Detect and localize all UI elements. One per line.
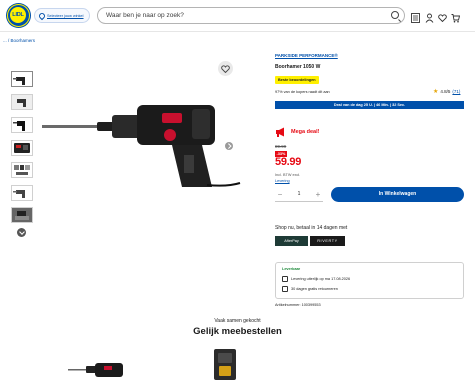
often-bought-kicker: Vaak samen gekocht: [214, 318, 261, 324]
quantity-stepper: − 1 +: [275, 187, 323, 202]
delivery-link[interactable]: Levering: [275, 179, 290, 183]
logo-text: LIDL: [12, 12, 24, 18]
star-icon: ★: [433, 89, 439, 95]
user-icon[interactable]: [425, 10, 434, 23]
current-price: 59.99: [275, 156, 302, 168]
best-rated-badge: Beste beoordelingen: [275, 76, 319, 84]
list-icon[interactable]: [411, 10, 420, 23]
recommendations-heading: Gelijk meebestellen: [193, 326, 282, 337]
delivery-date-row: Levering uiterlijk op ma 17.08.2026: [282, 276, 350, 282]
add-to-cart-button[interactable]: In Winkelwagen: [331, 187, 464, 202]
rating-count[interactable]: (71): [452, 89, 460, 94]
return-icon: [282, 286, 288, 292]
favorite-icon: [221, 64, 230, 73]
old-price: 89.99: [275, 144, 287, 149]
thumbnail-5[interactable]: [11, 162, 33, 178]
thumbnail-2[interactable]: [11, 94, 33, 110]
site-header: LIDL Selecteer jouw winkel: [0, 0, 475, 32]
brand-link[interactable]: PARKSIDE PERFORMANCE®: [275, 53, 338, 58]
deal-countdown-bar: Deal van de dag 25 U. | 46 Min. | 32 Sec…: [275, 101, 464, 109]
rating-value: 4.8/5: [440, 89, 451, 94]
article-number: Artikelnummer: 100399553: [275, 303, 321, 307]
cart-icon[interactable]: [451, 10, 461, 23]
payment-label: Shop nu, betaal in 14 dagen met: [275, 225, 348, 231]
location-pin-icon: [37, 11, 47, 20]
return-text: 30 dagen gratis retourneren: [291, 287, 338, 291]
breadcrumb-current[interactable]: Boorhamers: [11, 38, 36, 43]
breadcrumb-parent[interactable]: ...: [3, 38, 7, 43]
recommended-product-2-image[interactable]: [210, 349, 240, 380]
product-image: [42, 105, 241, 187]
quantity-increase-button[interactable]: +: [313, 188, 323, 201]
thumbnail-7[interactable]: [11, 207, 33, 223]
search-input[interactable]: [106, 12, 376, 19]
thumbnail-6[interactable]: [11, 185, 33, 201]
recommend-text: 97% van de kopers raadt dit aan: [275, 90, 330, 94]
megaphone-icon: [276, 127, 284, 137]
delivery-date-text: Levering uiterlijk op ma 17.08.2026: [291, 277, 351, 281]
thumbnail-1[interactable]: [11, 71, 33, 87]
image-next-button[interactable]: [225, 142, 233, 150]
favorite-button[interactable]: [218, 61, 233, 76]
return-row: 30 dagen gratis retourneren: [282, 286, 338, 292]
quantity-decrease-button[interactable]: −: [275, 188, 285, 201]
lidl-logo[interactable]: LIDL: [7, 4, 30, 27]
quantity-value[interactable]: 1: [298, 191, 301, 197]
thumbnail-4[interactable]: [11, 140, 33, 156]
search-bar[interactable]: [97, 7, 405, 24]
delivery-status: Leverbaar: [282, 267, 301, 271]
store-selector-button[interactable]: Selecteer jouw winkel: [34, 8, 90, 23]
truck-icon: [282, 276, 288, 282]
delivery-info-box: Leverbaar Levering uiterlijk op ma 17.08…: [275, 262, 464, 299]
thumbnail-3[interactable]: [11, 117, 33, 133]
thumbnails-scroll-down-button[interactable]: [17, 228, 26, 237]
recommended-product-1-image[interactable]: [68, 360, 128, 380]
store-selector-label: Selecteer jouw winkel: [47, 13, 84, 18]
vat-note: Incl. BTW excl.: [275, 173, 301, 177]
search-icon[interactable]: [391, 11, 399, 19]
breadcrumb: ... / Boorhamers: [3, 38, 36, 43]
heart-icon[interactable]: [438, 10, 447, 23]
riverty-logo: RIVERTY: [310, 236, 345, 246]
rating[interactable]: ★ 4.8/5 (71): [433, 88, 460, 95]
product-title: Boorhamer 1050 W: [275, 64, 321, 70]
afterpay-logo: AfterPay: [275, 236, 308, 246]
mega-deal-label: Mega deal!: [291, 129, 320, 135]
